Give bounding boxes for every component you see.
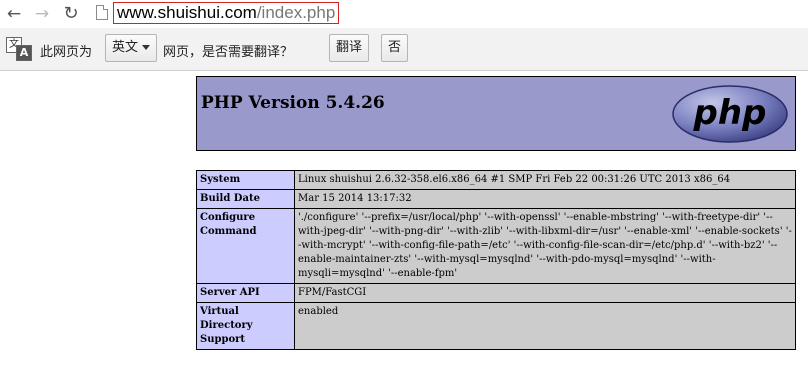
reload-icon[interactable]: ↻ — [60, 3, 82, 25]
forward-arrow-icon[interactable]: → — [31, 3, 53, 25]
page-title: PHP Version 5.4.26 — [201, 93, 385, 113]
row-value: FPM/FastCGI — [294, 283, 796, 303]
translate-button[interactable]: 翻译 — [329, 34, 370, 62]
phpinfo-table: System Linux shuishui 2.6.32-358.el6.x86_… — [196, 170, 796, 350]
php-version-header: PHP Version 5.4.26 php — [196, 76, 796, 151]
row-value: Mar 15 2014 13:17:32 — [294, 189, 796, 209]
page-icon — [96, 5, 108, 20]
infobar-question: 网页，是否需要翻译？ — [163, 45, 294, 60]
php-logo-text: php — [693, 93, 767, 133]
table-row: Virtual Directory Support enabled — [196, 302, 796, 350]
row-value: './configure' '--prefix=/usr/local/php' … — [294, 208, 796, 284]
table-row: Configure Command './configure' '--prefix… — [196, 208, 796, 284]
row-key: System — [196, 170, 295, 190]
url-host: www.shuishui.com — [117, 3, 257, 22]
row-key: Configure Command — [196, 208, 295, 284]
url-path: /index.php — [256, 3, 336, 22]
row-value: Linux shuishui 2.6.32-358.el6.x86_64 #1 … — [294, 170, 796, 190]
no-button[interactable]: 否 — [381, 34, 409, 62]
row-key: Build Date — [196, 189, 295, 209]
table-row: Build Date Mar 15 2014 13:17:32 — [196, 189, 796, 209]
row-key: Virtual Directory Support — [196, 302, 295, 350]
table-row: Server API FPM/FastCGI — [196, 283, 796, 303]
language-select-value: 英文 — [112, 40, 139, 55]
back-arrow-icon[interactable]: ← — [3, 3, 25, 25]
row-value: enabled — [294, 302, 796, 350]
translate-infobar: 文A 此网页为 英文 网页，是否需要翻译？ 翻译 否 — [0, 28, 808, 71]
chevron-down-icon — [142, 45, 151, 50]
row-key: Server API — [196, 283, 295, 303]
infobar-text-prefix: 此网页为 — [40, 45, 93, 60]
php-logo: php — [672, 85, 788, 143]
browser-toolbar: ← → ↻ www.shuishui.com/index.php — [0, 0, 808, 28]
language-select[interactable]: 英文 — [105, 34, 158, 62]
address-bar[interactable]: www.shuishui.com/index.php — [113, 2, 340, 24]
table-row: System Linux shuishui 2.6.32-358.el6.x86_… — [196, 170, 796, 190]
translate-icon: 文A — [6, 37, 32, 61]
